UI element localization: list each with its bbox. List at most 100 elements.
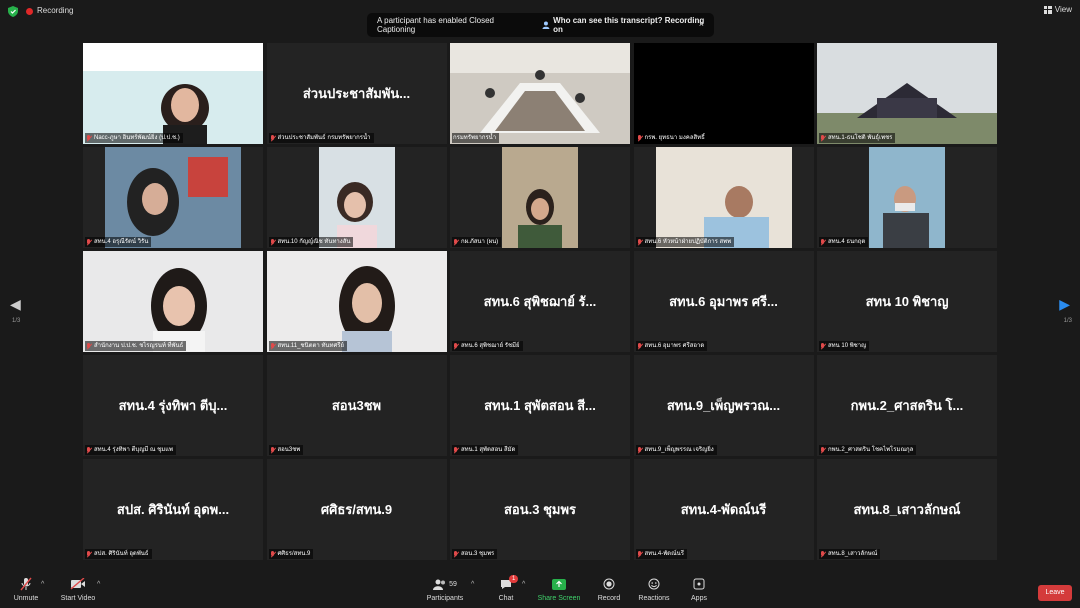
participant-tile[interactable]: สทน.6 สุพิชฌาย์ รั... สทน.6 สุพิชฌาย์ รั…	[450, 251, 630, 352]
participants-label: Participants	[426, 595, 464, 602]
muted-mic-icon	[270, 550, 276, 558]
participant-tile[interactable]: กรพ. ยุทธนา มงคลสิทธิ์	[633, 43, 814, 144]
start-video-label: Start Video	[60, 595, 96, 602]
audio-options-caret-icon[interactable]: ^	[41, 581, 44, 588]
security-shield-icon[interactable]	[8, 6, 18, 17]
start-video-button[interactable]: Start Video	[60, 577, 96, 602]
participant-display-name: ศศิธร/สทน.9	[320, 502, 393, 517]
chat-options-caret-icon[interactable]: ^	[522, 581, 525, 588]
record-button[interactable]: Record	[596, 577, 622, 602]
participants-options-caret-icon[interactable]: ^	[471, 581, 474, 588]
muted-mic-icon	[637, 134, 643, 142]
video-gallery: Nacc-ภูษา อินทร์พัฒน์ยิ่ง (ป.ป.ช.) ส่วนป…	[83, 43, 997, 564]
muted-mic-icon	[820, 342, 826, 350]
participant-name-label: สำนักงาน ป.ป.ช. ชไรญรนท์ ที่พันธ์	[85, 341, 187, 351]
video-options-caret-icon[interactable]: ^	[97, 581, 100, 588]
participant-name-label: สทน.8_เสาวลักษณ์	[819, 549, 881, 559]
participant-name: กผ.ภัสนา (ผน)	[461, 239, 499, 245]
participant-tile[interactable]: ส่วนประชาสัมพัน... ส่วนประชาสัมพันธ์ กรม…	[266, 43, 447, 144]
participant-tile[interactable]: สทน.1-ธนโชติ พันธุ์เพชร	[817, 43, 997, 144]
participant-tile[interactable]: สทน.1 สุพัตสอน สี... สทน.1 สุพัตสอน สีมั…	[450, 355, 630, 456]
participant-name-label: สทน.10 กัญญ์ณิช ทันทางสัน	[268, 237, 354, 247]
participant-tile[interactable]: สปส. ศิรินันท์ อุดพ... สปส. ศิรินันท์ อุ…	[83, 459, 263, 560]
participant-tile[interactable]: ศศิธร/สทน.9 ศศิธร/สทน.9	[266, 459, 447, 560]
transcript-visibility-link[interactable]: Who can see this transcript? Recording o…	[542, 16, 714, 34]
participant-name: สทน.4 อรุณีรัตน์ วิรัน	[94, 239, 149, 245]
participant-name: Nacc-ภูษา อินทร์พัฒน์ยิ่ง (ป.ป.ช.)	[94, 135, 180, 141]
participant-name: กรพ. ยุทธนา มงคลสิทธิ์	[644, 135, 705, 141]
participant-tile[interactable]: สทน.6 หัวหน้าฝ่ายปฏิบัติการ สพพ	[633, 147, 814, 248]
muted-mic-icon	[637, 342, 643, 350]
page-indicator-left: 1/3	[12, 318, 21, 324]
unmute-button[interactable]: Unmute	[12, 577, 40, 602]
participant-tile[interactable]: สทน.4 ธนกฤต	[817, 147, 997, 248]
recording-dot-icon	[26, 8, 33, 15]
apps-button[interactable]: Apps	[688, 577, 710, 602]
participant-name: สทน.4-พัดณ์นรี	[644, 551, 684, 557]
participant-display-name: สทน.6 สุพิชฌาย์ รั...	[483, 294, 597, 309]
participant-name: กพน.2_ศาสตริน โชคไพโรมณกุล	[828, 447, 914, 453]
participant-name: สทน.1 สุพัตสอน สีมัด	[461, 447, 516, 453]
participant-tile[interactable]: Nacc-ภูษา อินทร์พัฒน์ยิ่ง (ป.ป.ช.)	[83, 43, 263, 144]
recording-label[interactable]: Recording	[37, 6, 73, 15]
close-icon[interactable]: ×	[699, 19, 704, 29]
muted-mic-icon	[453, 342, 459, 350]
participant-tile[interactable]: สทน.11_ชนิตตา ทันทศรีย์	[266, 251, 447, 352]
previous-page-arrow-icon[interactable]: ◀	[10, 296, 21, 313]
muted-mic-icon	[453, 446, 459, 454]
participant-display-name: สอน.3 ชุมพร	[503, 502, 577, 517]
chat-label: Chat	[498, 595, 514, 602]
caption-notice-banner: A participant has enabled Closed Caption…	[367, 13, 714, 37]
participant-tile[interactable]: สอน.3 ชุมพร สอน.3 ชุมพร	[450, 459, 630, 560]
participant-name: สอน.3 ชุมพร	[461, 551, 495, 557]
participant-name: สทน.11_ชนิตตา ทันทศรีย์	[277, 343, 345, 349]
share-screen-label: Share Screen	[537, 595, 581, 602]
participant-tile-active-speaker[interactable]: กรมทรัพยากรน้ำ	[450, 43, 630, 144]
participants-button[interactable]: 59 Participants	[425, 577, 465, 602]
participant-tile[interactable]: สทน.4-พัดณ์นรี สทน.4-พัดณ์นรี	[633, 459, 814, 560]
participant-tile[interactable]: สทน.8_เสาวลักษณ์ สทน.8_เสาวลักษณ์	[817, 459, 997, 560]
participant-name: สทน.8_เสาวลักษณ์	[828, 551, 878, 557]
participant-name-label: ส่วนประชาสัมพันธ์ กรมทรัพยากรน้ำ	[268, 133, 374, 143]
participant-name: สทน.10 กัญญ์ณิช ทันทางสัน	[277, 239, 351, 245]
view-button[interactable]: View	[1043, 5, 1072, 14]
muted-microphone-icon	[12, 577, 40, 591]
view-label: View	[1054, 5, 1072, 14]
share-screen-button[interactable]: Share Screen	[537, 577, 581, 602]
participant-tile[interactable]: สอน3ชพ สอน3ชพ	[266, 355, 447, 456]
participant-tile[interactable]: สทน.10 กัญญ์ณิช ทันทางสัน	[266, 147, 447, 248]
participant-tile[interactable]: สทน.4 อรุณีรัตน์ วิรัน	[83, 147, 263, 248]
video-feed-image	[266, 251, 447, 352]
chat-button[interactable]: 1 Chat	[495, 575, 519, 602]
participant-tile[interactable]: สทน.4 รุ่งทิพา ตีบุ... สทน.4 รุ่งทิพา ตี…	[83, 355, 263, 456]
participant-name: ศศิธร/สทน.9	[277, 551, 311, 557]
next-page-arrow-icon[interactable]: ▶	[1059, 296, 1070, 313]
video-feed-image	[817, 43, 997, 144]
muted-mic-icon	[637, 446, 643, 454]
participant-name: ส่วนประชาสัมพันธ์ กรมทรัพยากรน้ำ	[277, 135, 371, 141]
reactions-button[interactable]: Reactions	[638, 577, 670, 602]
muted-mic-icon	[820, 446, 826, 454]
participant-name-label: กรพ. ยุทธนา มงคลสิทธิ์	[635, 133, 708, 143]
unmute-label: Unmute	[13, 595, 39, 602]
apps-icon	[688, 577, 710, 591]
participant-tile[interactable]: สทน.9_เพ็ญพรวณ... สทน.9_เพ็ญพรรณ เจริญยิ…	[633, 355, 814, 456]
participants-count: 59	[449, 580, 457, 588]
participant-tile[interactable]: กพน.2_ศาสตริน โ... กพน.2_ศาสตริน โชคไพโร…	[817, 355, 997, 456]
participant-tile[interactable]: สำนักงาน ป.ป.ช. ชไรญรนท์ ที่พันธ์	[83, 251, 263, 352]
participant-tile[interactable]: สทน 10 พิชาญ สทน 10 พิชาญ	[817, 251, 997, 352]
participant-name-label: สทน.1 สุพัตสอน สีมัด	[452, 445, 519, 455]
participant-name-label: สทน.6 สุพิชฌาย์ รัชมีย์	[452, 341, 523, 351]
participant-name: สทน.6 หัวหน้าฝ่ายปฏิบัติการ สพพ	[644, 239, 732, 245]
participant-name-label: สทน.6 อุมาพร ศรีสอาด	[635, 341, 708, 351]
reactions-smiley-icon	[638, 577, 670, 591]
muted-mic-icon	[86, 342, 92, 350]
leave-button[interactable]: Leave	[1038, 585, 1072, 601]
participant-tile[interactable]: สทน.6 อุมาพร ศรี... สทน.6 อุมาพร ศรีสอาด	[633, 251, 814, 352]
participant-display-name: สทน.4 รุ่งทิพา ตีบุ...	[118, 398, 228, 413]
participant-name-label: สทน.4 ธนกฤต	[819, 237, 869, 247]
video-feed-image	[83, 251, 263, 352]
participant-tile[interactable]: กผ.ภัสนา (ผน)	[450, 147, 630, 248]
muted-mic-icon	[86, 446, 92, 454]
participant-name-label: สทน 10 พิชาญ	[819, 341, 870, 351]
